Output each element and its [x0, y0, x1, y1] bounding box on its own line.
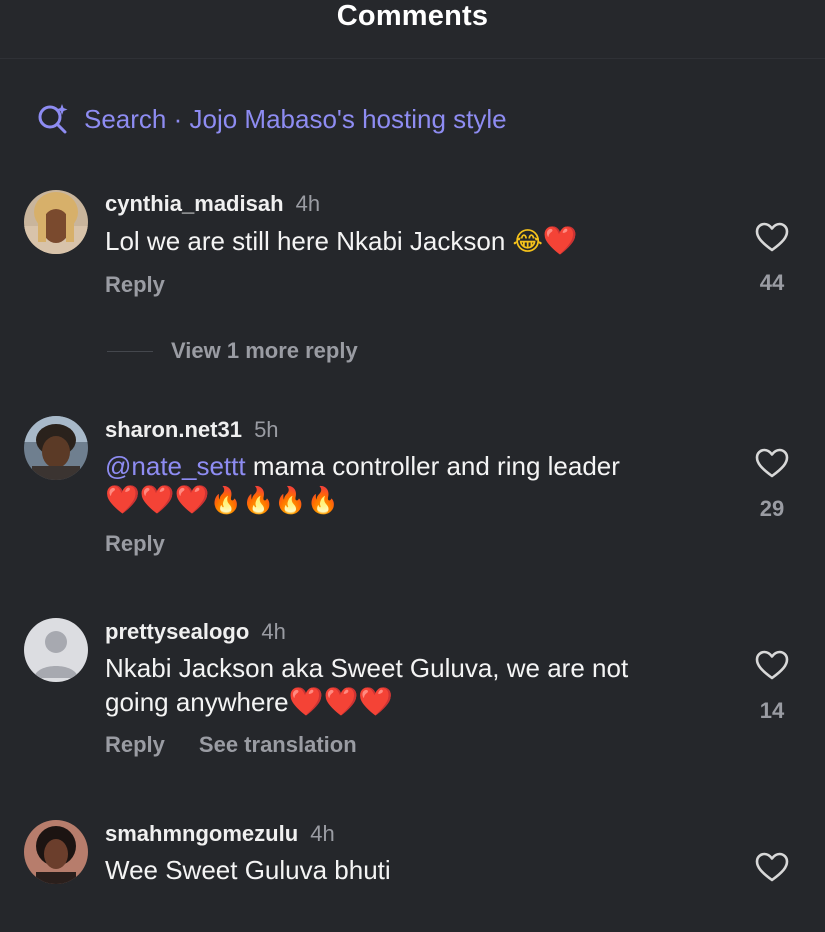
avatar[interactable] — [24, 618, 88, 682]
comment-meta: sharon.net31 5h — [105, 416, 705, 444]
like-count: 44 — [759, 270, 785, 295]
like-control: 29 — [748, 448, 796, 522]
reply-button[interactable]: Reply — [105, 731, 165, 759]
avatar[interactable] — [24, 820, 88, 884]
avatar[interactable] — [24, 416, 88, 480]
comment-text: Wee Sweet Guluva bhuti — [105, 854, 705, 887]
like-control: 14 — [748, 650, 796, 724]
comment-text: Lol we are still here Nkabi Jackson 😂❤️ — [105, 224, 705, 259]
comment-meta: smahmngomezulu 4h — [105, 820, 705, 848]
like-count: 14 — [759, 698, 785, 723]
comments-header: Comments — [0, 0, 825, 59]
heart-emoji: ❤️ — [542, 224, 578, 257]
comment-text: @nate_settt mama controller and ring lea… — [105, 450, 705, 518]
heart-icon[interactable] — [748, 448, 796, 478]
username[interactable]: prettysealogo — [105, 619, 249, 644]
fire-emoji: 🔥 — [274, 486, 307, 516]
divider-line — [107, 350, 153, 352]
timestamp: 4h — [310, 821, 335, 846]
comment-text: Nkabi Jackson aka Sweet Guluva, we are n… — [105, 652, 705, 719]
page-title: Comments — [336, 0, 489, 32]
see-translation-button[interactable]: See translation — [199, 731, 357, 759]
laughing-emoji: 😂 — [512, 227, 543, 257]
comment-text-body: mama controller and ring leader — [252, 451, 620, 481]
username[interactable]: sharon.net31 — [105, 417, 242, 442]
like-control: 44 — [748, 222, 796, 296]
mention-link[interactable]: @nate_settt — [105, 451, 246, 481]
avatar[interactable] — [24, 190, 88, 254]
comment-text-body: Lol we are still here Nkabi Jackson — [105, 226, 506, 256]
timestamp: 4h — [295, 191, 321, 216]
heart-emoji: ❤️ — [139, 483, 175, 516]
username[interactable]: cynthia_madisah — [105, 191, 284, 216]
sparkle-search-icon — [36, 102, 70, 136]
comment-text-body: Wee Sweet Guluva bhuti — [105, 855, 391, 885]
view-more-replies[interactable]: View 1 more reply — [107, 338, 358, 364]
comment-text-line-2: going anywhere — [105, 687, 289, 717]
fire-emoji: 🔥 — [242, 486, 275, 516]
search-suggestion-text: Search · Jojo Mabaso's hosting style — [84, 103, 507, 134]
heart-icon[interactable] — [748, 852, 796, 882]
timestamp: 5h — [254, 417, 279, 442]
heart-icon[interactable] — [748, 650, 796, 680]
reply-button[interactable]: Reply — [105, 271, 165, 299]
comment-meta: cynthia_madisah 4h — [105, 190, 705, 218]
heart-emoji: ❤️ — [105, 483, 140, 516]
heart-icon[interactable] — [748, 222, 796, 252]
comment-actions: Reply See translation — [105, 731, 705, 759]
comment-meta: prettysealogo 4h — [105, 618, 705, 646]
heart-emoji: ❤️ — [174, 483, 210, 516]
like-control — [748, 852, 796, 882]
search-suggestion[interactable]: Search · Jojo Mabaso's hosting style — [36, 100, 507, 138]
username[interactable]: smahmngomezulu — [105, 821, 298, 846]
view-more-replies-label: View 1 more reply — [171, 338, 358, 363]
timestamp: 4h — [261, 619, 286, 644]
fire-emoji: 🔥 — [306, 486, 340, 516]
comment-text-line-1: Nkabi Jackson aka Sweet Guluva, we are n… — [105, 653, 629, 683]
heart-emoji: ❤️ — [323, 685, 359, 718]
comment-actions: Reply — [105, 530, 705, 558]
reply-button[interactable]: Reply — [105, 530, 165, 558]
fire-emoji: 🔥 — [209, 486, 242, 516]
comment-actions: Reply — [105, 271, 705, 299]
heart-emoji: ❤️ — [288, 685, 324, 718]
like-count: 29 — [759, 496, 785, 521]
heart-emoji: ❤️ — [358, 685, 394, 718]
